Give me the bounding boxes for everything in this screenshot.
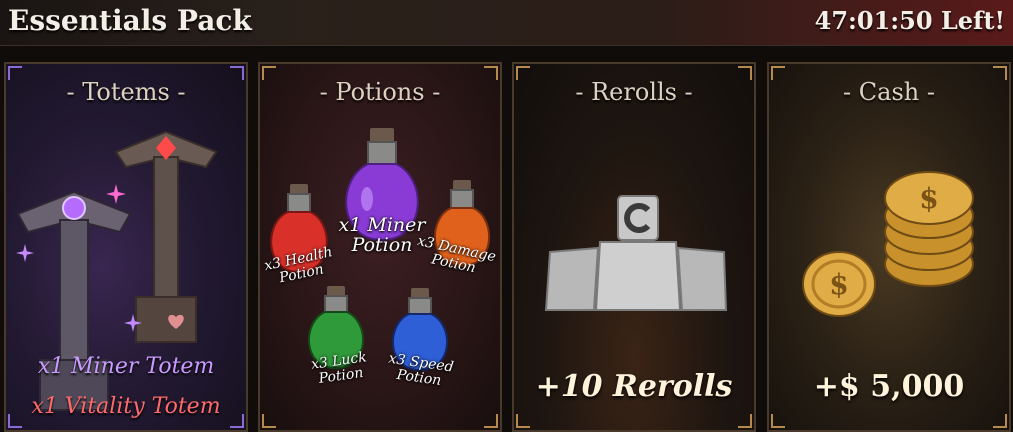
svg-text:$: $ (829, 268, 848, 301)
cash-reward: +$ 5,000 (813, 369, 965, 404)
miner-totem-reward: x1 Miner Totem (37, 354, 215, 379)
rerolls-title: - Rerolls - (575, 78, 693, 106)
pack-header: Essentials Pack 47:01:50 Left! (0, 0, 1013, 46)
sparkle-icon (16, 244, 34, 262)
cash-panel: - Cash - $ $ +$ 5,000 (767, 62, 1011, 432)
svg-text:$: $ (919, 182, 938, 215)
potions-title: - Potions - (319, 78, 441, 106)
cash-title: - Cash - (843, 78, 935, 106)
countdown-timer: 47:01:50 Left! (814, 6, 1005, 35)
pack-title: Essentials Pack (8, 4, 252, 37)
totems-panel: - Totems - x1 Miner Totem x1 Vitality To… (4, 62, 248, 432)
rerolls-reward: +10 Rerolls (535, 369, 733, 404)
totems-title: - Totems - (66, 78, 186, 106)
sparkle-icon (106, 184, 126, 204)
miner-totem-icon (16, 190, 132, 411)
sparkle-icon (124, 314, 142, 332)
coin-stack-icon: $ $ (802, 171, 974, 317)
potions-panel: - Potions - x1 Miner Potion x3 Health Po… (258, 62, 502, 432)
vitality-totem-reward: x1 Vitality Totem (31, 394, 221, 419)
reroll-icon (544, 195, 728, 311)
rerolls-panel: - Rerolls - +10 Rerolls (512, 62, 756, 432)
